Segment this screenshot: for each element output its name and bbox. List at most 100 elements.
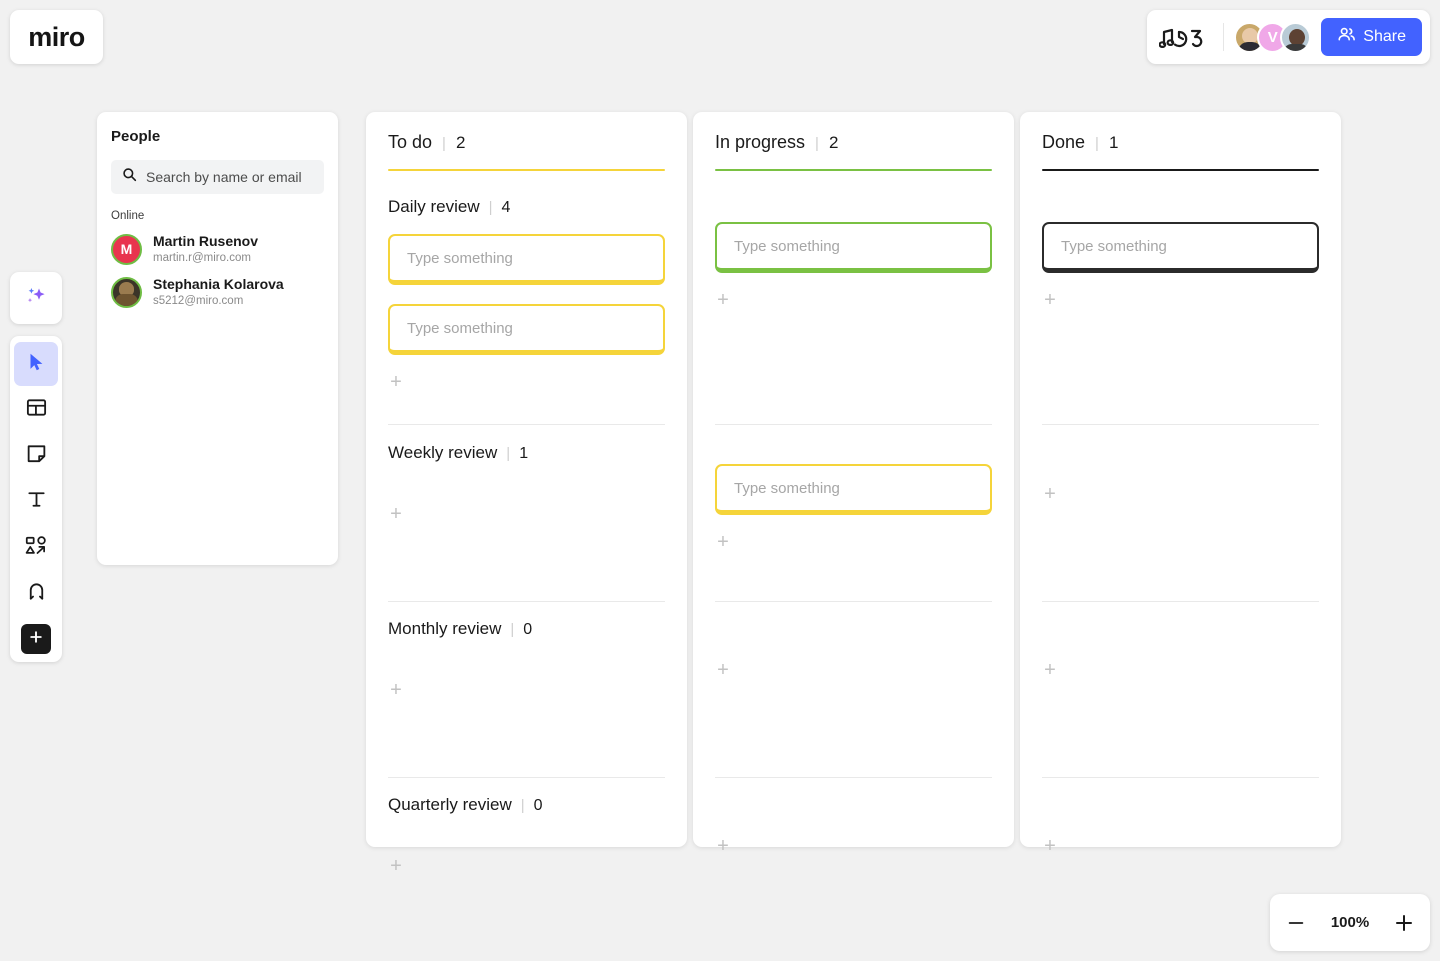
toolbar-item-text[interactable]	[14, 480, 58, 524]
task-card[interactable]: Type something	[1042, 222, 1319, 273]
toolbar-item-select[interactable]	[14, 342, 58, 386]
lane-separator: |	[506, 445, 511, 462]
add-card-button[interactable]: +	[715, 836, 731, 856]
shapes-and-connectors-icon	[24, 534, 48, 563]
column-separator: |	[1095, 135, 1099, 152]
lane-count: 1	[519, 445, 529, 462]
zoom-out-button[interactable]	[1279, 906, 1313, 940]
person-email: martin.r@miro.com	[153, 251, 251, 264]
kanban-lane: Weekly review | 1 +	[388, 443, 665, 524]
kanban-lane: Type something +	[1042, 197, 1319, 310]
sticky-note-icon	[25, 442, 48, 470]
column-title: In progress	[715, 132, 806, 152]
kanban-column: In progress | 2 Type something + Type somethi…	[693, 112, 1014, 856]
lane-title: Daily review	[388, 197, 480, 216]
add-card-button[interactable]: +	[1042, 660, 1058, 680]
add-card-button[interactable]: +	[388, 372, 404, 392]
add-card-button[interactable]: +	[1042, 290, 1058, 310]
left-toolbar	[10, 336, 62, 662]
task-card[interactable]: Type something	[388, 304, 665, 355]
lane-body: +	[1042, 836, 1319, 856]
miro-board-canvas: miro V Share People Search by name or em…	[0, 0, 1440, 961]
lane-body: +	[1042, 484, 1319, 504]
add-card-button[interactable]: +	[1042, 836, 1058, 856]
people-section-label: Online	[111, 210, 145, 222]
avatar[interactable]	[1280, 21, 1312, 53]
add-card-button[interactable]: +	[1042, 484, 1058, 504]
lane-body: +	[715, 660, 992, 680]
search-icon	[122, 167, 137, 187]
toolbar-item-more-apps[interactable]	[21, 624, 51, 654]
lane-divider	[715, 424, 992, 425]
task-card[interactable]: Type something	[388, 234, 665, 285]
kanban-lane: Quarterly review | 0 +	[388, 795, 665, 876]
people-panel-title: People	[111, 128, 161, 145]
column-header: To do | 2	[388, 112, 665, 153]
ai-sparkle-icon	[23, 283, 49, 314]
lane-body: Type something +	[1042, 222, 1319, 310]
share-button[interactable]: Share	[1321, 18, 1422, 56]
lane-divider	[1042, 424, 1319, 425]
column-accent-rule	[388, 169, 665, 171]
kanban-lane: +	[715, 795, 992, 856]
list-item[interactable]: Stephania Kolarova s5212@miro.com	[111, 276, 324, 309]
miro-logo-button[interactable]: miro	[10, 10, 103, 64]
column-title: Done	[1042, 132, 1086, 152]
person-name: Martin Rusenov	[153, 233, 259, 249]
add-card-button[interactable]: +	[715, 532, 731, 552]
add-card-button[interactable]: +	[715, 660, 731, 680]
add-card-button[interactable]: +	[388, 856, 404, 876]
kanban-lane: +	[1042, 619, 1319, 680]
column-title: To do	[388, 132, 433, 152]
toolbar-item-ai[interactable]	[10, 272, 62, 324]
add-card-button[interactable]: +	[388, 504, 404, 524]
search-input[interactable]: Search by name or email	[111, 160, 324, 194]
person-email: s5212@miro.com	[153, 294, 244, 307]
task-card[interactable]: Type something	[715, 222, 992, 273]
lane-body: +	[1042, 660, 1319, 680]
kanban-lane: +	[715, 619, 992, 680]
toolbar-item-shapes[interactable]	[14, 526, 58, 570]
lane-count: 0	[523, 621, 533, 638]
kanban-column: To do | 2 Daily review | 4 Type something Type …	[366, 112, 687, 876]
miro-logo-text: miro	[28, 21, 85, 52]
lane-body: Type something +	[715, 222, 992, 310]
toolbar-item-pen[interactable]	[14, 572, 58, 616]
zoom-control: 100%	[1270, 894, 1430, 951]
lane-body: Type something Type something +	[388, 234, 665, 392]
add-card-button[interactable]: +	[715, 290, 731, 310]
toolbar-item-templates[interactable]	[14, 388, 58, 432]
column-count: 1	[1108, 133, 1119, 152]
column-count: 2	[455, 133, 466, 152]
avatar	[111, 277, 142, 309]
lane-body: Type something +	[715, 464, 992, 552]
cursor-select-icon	[25, 351, 47, 378]
column-count: 2	[828, 133, 839, 152]
lane-divider	[1042, 777, 1319, 778]
column-separator: |	[815, 135, 819, 152]
zoom-level-value: 100%	[1330, 914, 1370, 931]
lane-count: 0	[533, 797, 543, 814]
header-divider	[1223, 23, 1225, 51]
lane-header: Quarterly review | 0	[388, 795, 665, 815]
task-card[interactable]: Type something	[715, 464, 992, 515]
lane-divider	[388, 601, 665, 602]
add-card-button[interactable]: +	[388, 680, 404, 700]
lane-header: Daily review | 4	[388, 197, 665, 217]
lane-body: +	[388, 504, 665, 524]
lane-header: Monthly review | 0	[388, 619, 665, 639]
more-apps-plus-icon	[28, 629, 44, 650]
music-notes-doodle-icon[interactable]	[1158, 22, 1213, 52]
column-accent-rule	[715, 169, 992, 171]
zoom-in-button[interactable]	[1387, 906, 1421, 940]
lane-title: Weekly review	[388, 443, 498, 462]
kanban-board: To do | 2 Daily review | 4 Type something Type …	[366, 112, 1341, 876]
column-header: Done | 1	[1042, 112, 1319, 153]
lane-separator: |	[510, 621, 515, 638]
column-accent-rule	[1042, 169, 1319, 171]
toolbar-item-sticky-note[interactable]	[14, 434, 58, 478]
lane-body: +	[715, 836, 992, 856]
list-item[interactable]: M Martin Rusenov martin.r@miro.com	[111, 233, 324, 265]
kanban-lane: Type something +	[715, 197, 992, 310]
kanban-lane: +	[1042, 443, 1319, 504]
